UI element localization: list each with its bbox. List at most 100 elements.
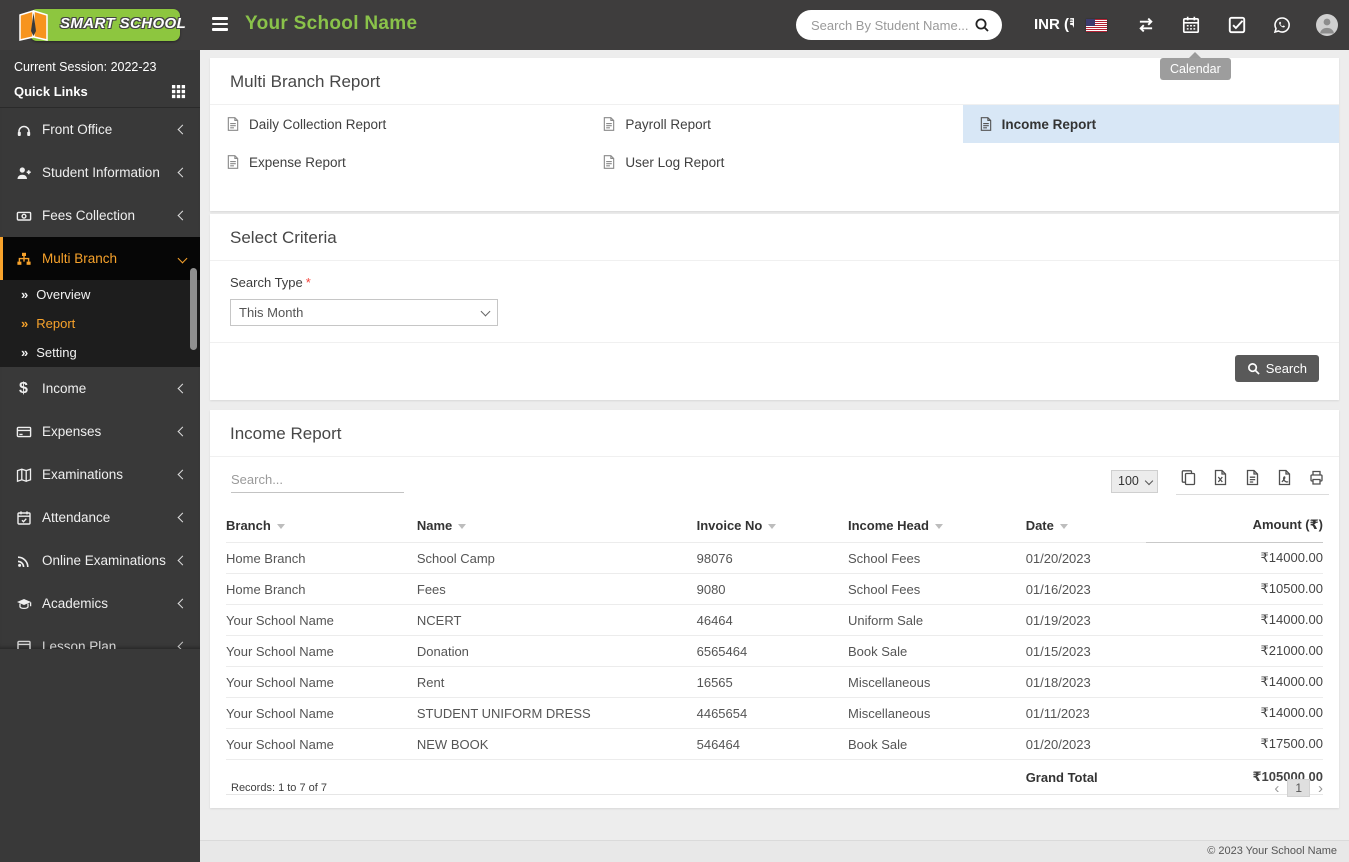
cell-name: Fees — [417, 574, 697, 605]
excel-icon[interactable] — [1212, 469, 1229, 486]
quick-links[interactable]: Quick Links — [14, 84, 186, 99]
submenu-item-setting[interactable]: »Setting — [0, 338, 200, 367]
cell-invoice: 9080 — [697, 574, 848, 605]
search-button[interactable]: Search — [1235, 355, 1319, 382]
calendar-check-icon — [15, 509, 32, 526]
school-name-title: Your School Name — [245, 13, 417, 35]
file-text-icon — [226, 116, 240, 132]
graduation-cap-icon — [15, 595, 32, 612]
cell-invoice: 546464 — [697, 729, 848, 760]
credit-card-icon — [15, 423, 32, 440]
cell-amount: ₹14000.00 — [1146, 667, 1323, 698]
submenu-item-overview[interactable]: » Overview — [0, 280, 200, 309]
previous-page-button[interactable]: ‹ — [1274, 781, 1279, 796]
cell-branch: Your School Name — [226, 605, 417, 636]
table-search-input[interactable] — [231, 469, 404, 493]
sidebar-scrollbar-thumb[interactable] — [190, 268, 197, 350]
sidebar-item-fees-collection[interactable]: Fees Collection — [0, 194, 200, 237]
column-header-income-head[interactable]: Income Head — [848, 509, 1026, 543]
link-user-log-report[interactable]: User Log Report — [586, 143, 962, 181]
calendar-icon[interactable] — [1181, 15, 1201, 35]
sidebar-item-income[interactable]: $ Income — [0, 367, 200, 410]
report-link-label: User Log Report — [625, 155, 724, 170]
copyright-text: © 2023 Your School Name — [1207, 845, 1337, 857]
search-type-label: Search Type* — [230, 275, 1319, 290]
sidebar-toggle-button[interactable] — [212, 17, 230, 32]
select-criteria-panel: Select Criteria Search Type* This Month … — [210, 214, 1339, 400]
search-type-select[interactable]: This Month — [230, 299, 498, 326]
print-icon[interactable] — [1308, 469, 1325, 486]
sidebar: Current Session: 2022-23 Quick Links Fro… — [0, 50, 200, 862]
double-chevron-icon: » — [21, 287, 28, 302]
report-link-label: Income Report — [1002, 117, 1097, 132]
sidebar-item-front-office[interactable]: Front Office — [0, 108, 200, 151]
submenu-item-report[interactable]: »Report — [0, 309, 200, 338]
next-page-button[interactable]: › — [1318, 781, 1323, 796]
link-daily-collection-report[interactable]: Daily Collection Report — [210, 105, 586, 143]
sidebar-item-attendance[interactable]: Attendance — [0, 496, 200, 539]
report-link-label: Payroll Report — [625, 117, 711, 132]
submenu-item-label: Setting — [36, 345, 76, 360]
search-icon[interactable] — [974, 17, 990, 33]
student-search-input[interactable] — [811, 18, 974, 33]
app-root: SMART SCHOOL Your School Name INR (₹) Ca… — [0, 0, 1349, 862]
grid-icon[interactable] — [171, 84, 186, 99]
chevron-left-icon — [178, 599, 188, 609]
income-report-panel: Income Report 100 Branch — [210, 410, 1339, 808]
criteria-footer: Search — [210, 342, 1339, 400]
link-income-report[interactable]: Income Report — [963, 105, 1339, 143]
page-size-select[interactable]: 100 — [1111, 470, 1158, 493]
column-header-name[interactable]: Name — [417, 509, 697, 543]
cell-name: School Camp — [417, 543, 697, 574]
currency-label[interactable]: INR (₹) — [1034, 15, 1074, 33]
whatsapp-icon[interactable] — [1272, 15, 1292, 35]
sidebar-item-label: Multi Branch — [42, 251, 179, 266]
cell-invoice: 6565464 — [697, 636, 848, 667]
cell-amount: ₹10500.00 — [1146, 574, 1323, 605]
cell-date: 01/20/2023 — [1026, 729, 1147, 760]
search-type-select-wrap: This Month — [230, 299, 498, 326]
submenu-item-label: Overview — [36, 287, 90, 302]
csv-icon[interactable] — [1244, 469, 1261, 486]
sidebar-item-student-information[interactable]: Student Information — [0, 151, 200, 194]
sort-caret-icon — [768, 524, 776, 529]
map-icon — [15, 466, 32, 483]
column-header-branch[interactable]: Branch — [226, 509, 417, 543]
copy-icon[interactable] — [1180, 469, 1197, 486]
link-expense-report[interactable]: Expense Report — [210, 143, 586, 181]
cell-income-head: Uniform Sale — [848, 605, 1026, 636]
link-payroll-report[interactable]: Payroll Report — [586, 105, 962, 143]
sort-caret-icon — [1060, 524, 1068, 529]
sidebar-item-academics[interactable]: Academics — [0, 582, 200, 625]
required-asterisk: * — [306, 275, 311, 290]
pdf-icon[interactable] — [1276, 469, 1293, 486]
branch-switch-icon[interactable] — [1136, 15, 1156, 35]
sidebar-item-lesson-plan[interactable]: Lesson Plan — [0, 625, 200, 649]
sidebar-item-label: Expenses — [42, 424, 179, 439]
cell-income-head: School Fees — [848, 543, 1026, 574]
panel-title: Select Criteria — [210, 214, 1339, 261]
column-header-date[interactable]: Date — [1026, 509, 1147, 543]
cell-branch: Home Branch — [226, 543, 417, 574]
cell-branch: Your School Name — [226, 636, 417, 667]
user-avatar[interactable] — [1316, 14, 1338, 36]
cell-invoice: 46464 — [697, 605, 848, 636]
todo-check-icon[interactable] — [1227, 15, 1247, 35]
sidebar-item-online-examinations[interactable]: Online Examinations — [0, 539, 200, 582]
language-flag-icon[interactable] — [1086, 19, 1107, 32]
page-footer: © 2023 Your School Name — [200, 840, 1349, 862]
cell-income-head: School Fees — [848, 574, 1026, 605]
file-text-icon — [602, 154, 616, 170]
column-header-invoice-no[interactable]: Invoice No — [697, 509, 848, 543]
chevron-left-icon — [178, 556, 188, 566]
brand-logo[interactable]: SMART SCHOOL — [16, 7, 180, 43]
sidebar-item-label: Lesson Plan — [42, 639, 179, 649]
sidebar-item-examinations[interactable]: Examinations — [0, 453, 200, 496]
multi-branch-submenu: » Overview »Report »Setting — [0, 280, 200, 367]
calendar-tooltip: Calendar — [1160, 58, 1231, 80]
sidebar-item-multi-branch[interactable]: Multi Branch — [0, 237, 200, 280]
cell-date: 01/11/2023 — [1026, 698, 1147, 729]
sidebar-item-expenses[interactable]: Expenses — [0, 410, 200, 453]
cell-name: STUDENT UNIFORM DRESS — [417, 698, 697, 729]
page-number-button[interactable]: 1 — [1287, 779, 1310, 797]
